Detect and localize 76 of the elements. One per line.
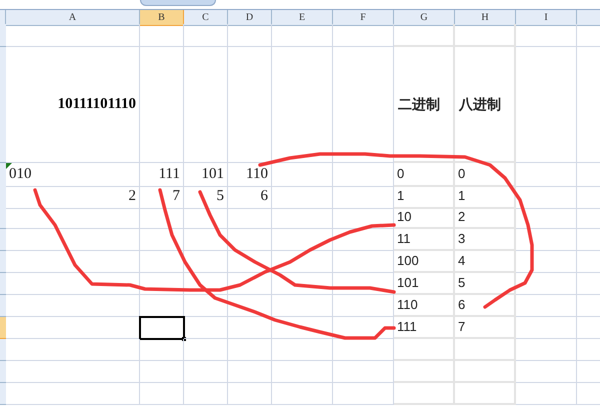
cell-text: 7 — [172, 187, 180, 206]
column-header[interactable]: B — [140, 10, 184, 26]
cell-text: 101 — [397, 274, 419, 292]
cell-text: 5 — [216, 187, 224, 206]
cell-text: 111 — [158, 165, 180, 184]
cell-text: 100 — [397, 252, 419, 270]
cell-text: 1 — [397, 187, 404, 205]
spreadsheet-cell[interactable]: 4 — [455, 251, 516, 273]
column-header[interactable]: F — [333, 10, 394, 26]
spreadsheet-cell[interactable]: 100 — [394, 251, 455, 273]
cell-text: 0 — [458, 165, 466, 183]
cell-text: 2 — [128, 187, 136, 206]
cell-text: 0 — [397, 165, 404, 183]
spreadsheet-cell[interactable]: 1 — [394, 185, 455, 208]
row-header[interactable] — [0, 295, 6, 317]
cell-text: 7 — [458, 318, 466, 336]
spreadsheet-cell[interactable]: 10 — [394, 207, 455, 229]
spreadsheet-cell[interactable]: 1 — [455, 185, 516, 208]
expand-tab[interactable] — [140, 0, 216, 6]
row-header[interactable] — [0, 207, 6, 229]
column-header[interactable] — [577, 10, 600, 26]
spreadsheet-cell[interactable]: 2 — [455, 207, 516, 229]
row-header[interactable] — [0, 383, 6, 405]
cell-text: 6 — [458, 296, 466, 314]
row-header[interactable] — [0, 273, 6, 295]
spreadsheet-cell[interactable]: 111 — [394, 317, 455, 339]
spreadsheet-cell[interactable]: 111 — [140, 163, 184, 186]
cell-text: 11 — [397, 230, 410, 248]
cell-text: 二进制 — [398, 94, 440, 114]
cell-text: 6 — [260, 187, 268, 206]
row-header[interactable] — [0, 251, 6, 273]
spreadsheet-cell[interactable]: 3 — [455, 229, 516, 251]
cell-text: 5 — [458, 274, 466, 292]
column-header[interactable]: C — [184, 10, 228, 26]
cell-text: 3 — [458, 230, 466, 248]
cell-text: 2 — [458, 208, 466, 226]
cell-text: 八进制 — [459, 94, 501, 114]
spreadsheet-cell[interactable]: 0 — [455, 163, 516, 186]
row-header[interactable] — [0, 361, 6, 383]
spreadsheet-cell[interactable]: 5 — [455, 273, 516, 295]
cell-text: 110 — [246, 165, 268, 184]
spreadsheet-cell[interactable]: 6 — [228, 185, 272, 208]
spreadsheet-cell[interactable]: 11 — [394, 229, 455, 251]
spreadsheet-cell[interactable]: 101 — [394, 273, 455, 295]
cell-text: 111 — [397, 318, 417, 336]
column-header[interactable]: D — [228, 10, 272, 26]
cell-text: 10111101110 — [58, 95, 136, 114]
cell-text: 4 — [458, 252, 466, 270]
row-header[interactable] — [0, 24, 6, 47]
cell-text: 110 — [397, 296, 418, 314]
spreadsheet-cell[interactable]: 101 — [184, 163, 228, 186]
spreadsheet-cell[interactable]: 10111101110 — [6, 47, 140, 163]
error-indicator-icon[interactable] — [6, 163, 12, 169]
spreadsheet-cell[interactable]: 110 — [228, 163, 272, 186]
row-header[interactable] — [0, 229, 6, 251]
column-header[interactable]: I — [516, 10, 577, 26]
spreadsheet-cell[interactable]: 二进制 — [394, 47, 455, 163]
spreadsheet-cell[interactable]: 010 — [6, 163, 140, 186]
spreadsheet-cell[interactable]: 110 — [394, 295, 455, 317]
column-header[interactable]: A — [6, 10, 140, 26]
column-header[interactable]: G — [394, 10, 455, 26]
spreadsheet-cell[interactable]: 2 — [6, 185, 140, 208]
cell-text: 010 — [9, 165, 32, 184]
row-header[interactable] — [0, 339, 6, 361]
spreadsheet-cell[interactable]: 0 — [394, 163, 455, 186]
column-header[interactable]: H — [455, 10, 516, 26]
column-header[interactable]: E — [272, 10, 333, 26]
spreadsheet-cell[interactable]: 7 — [455, 317, 516, 339]
spreadsheet-cell[interactable]: 7 — [140, 185, 184, 208]
cell-text: 1 — [458, 187, 466, 205]
spreadsheet-cell[interactable]: 6 — [455, 295, 516, 317]
row-header[interactable] — [0, 317, 6, 339]
spreadsheet-cell[interactable]: 八进制 — [455, 47, 516, 163]
cell-text: 10 — [397, 208, 412, 226]
cell-text: 101 — [202, 165, 224, 184]
spreadsheet-cell[interactable]: 5 — [184, 185, 228, 208]
